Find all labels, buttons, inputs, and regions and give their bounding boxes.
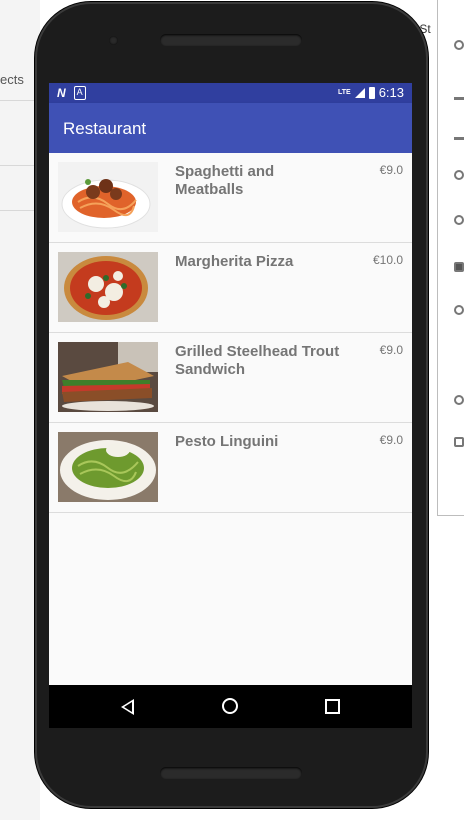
phone-screen: N A LTE 6:13 Restaurant Spaghetti and Me… [49,83,412,728]
ide-left-panel [0,0,40,820]
tool-icon[interactable] [454,90,464,100]
back-triangle-icon[interactable] [121,699,134,715]
margherita-pizza-image [58,252,158,322]
menu-list: Spaghetti and Meatballs €9.0 Margherita … [49,153,412,513]
tool-icon[interactable] [454,305,464,315]
front-camera [109,36,118,45]
tool-icon[interactable] [454,130,464,140]
tool-icon[interactable] [454,170,464,180]
menu-list-item[interactable]: Grilled Steelhead Trout Sandwich €9.0 [49,333,412,423]
pesto-linguini-image [58,432,158,502]
menu-item-name: Spaghetti and Meatballs [175,163,275,198]
top-speaker [160,34,302,46]
tool-icon[interactable] [454,395,464,405]
recents-square-icon[interactable] [325,699,340,714]
menu-list-item[interactable]: Margherita Pizza €10.0 [49,243,412,333]
home-circle-icon[interactable] [222,698,238,714]
tool-icon[interactable] [454,40,464,50]
menu-item-name: Grilled Steelhead Trout Sandwich [175,343,340,378]
menu-item-name: Pesto Linguini [175,433,279,450]
menu-list-item[interactable]: Pesto Linguini €9.0 [49,423,412,513]
status-time: 6:13 [378,85,404,100]
navigation-bar [49,685,412,728]
battery-icon [368,86,375,99]
trout-sandwich-image [58,342,158,412]
bottom-speaker [160,767,302,779]
ide-projects-label: ects [0,72,24,87]
notification-icon: A [73,86,86,100]
tool-icon[interactable] [454,262,464,272]
status-bar: N A LTE 6:13 [49,83,412,103]
menu-item-price: €10.0 [372,253,403,267]
signal-icon [354,87,365,98]
app-title: Restaurant [63,119,147,138]
app-bar: Restaurant [49,103,412,153]
tool-icon[interactable] [454,437,464,447]
menu-item-price: €9.0 [379,433,403,447]
tool-icon[interactable] [454,215,464,225]
menu-list-item[interactable]: Spaghetti and Meatballs €9.0 [49,153,412,243]
menu-item-price: €9.0 [379,163,403,177]
ide-right-toolbar [437,0,464,516]
menu-item-name: Margherita Pizza [175,253,294,270]
menu-item-price: €9.0 [379,343,403,357]
lte-label: LTE [337,89,351,96]
spaghetti-meatballs-image [58,162,158,232]
notification-icon: N [57,86,66,100]
